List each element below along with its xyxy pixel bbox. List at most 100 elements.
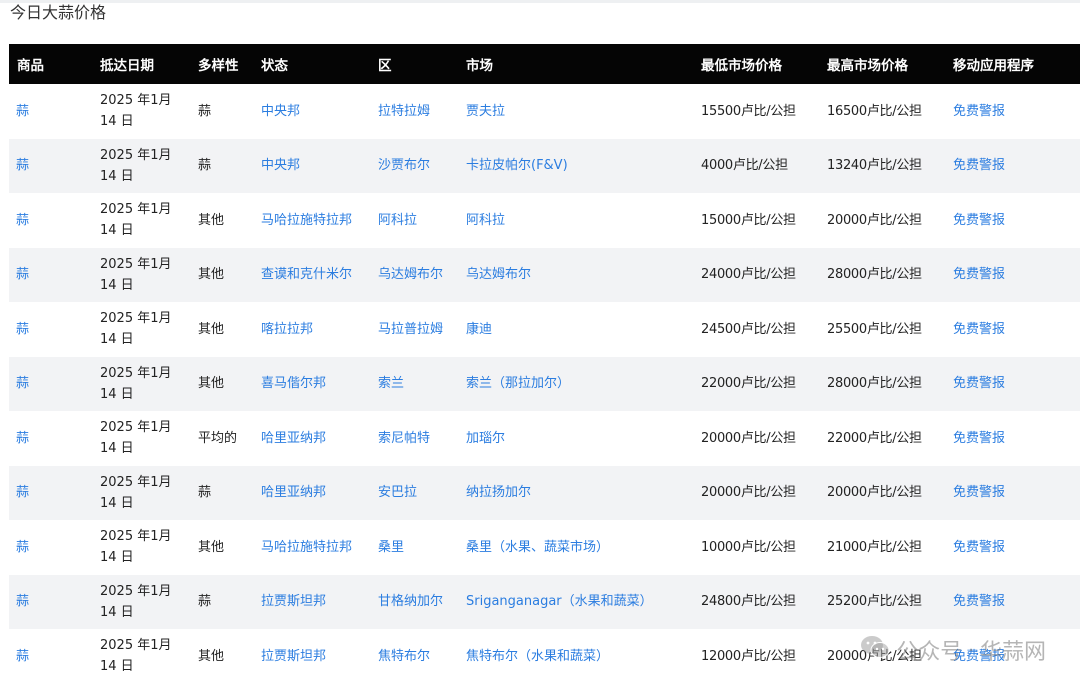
- arrival-date: 2025 年1月 14 日: [100, 420, 172, 457]
- market-link[interactable]: 贾夫拉: [466, 84, 701, 139]
- header-market: 市场: [466, 58, 493, 74]
- market-link[interactable]: 康迪: [466, 302, 701, 357]
- commodity-link[interactable]: 蒜: [9, 520, 100, 575]
- district-link[interactable]: 索兰: [378, 357, 466, 412]
- arrival-date: 2025 年1月 14 日: [100, 474, 172, 511]
- table-row: 蒜 2025 年1月 14 日其他 查谟和克什米尔 乌达姆布尔 乌达姆布尔 24000卢比…: [9, 247, 1080, 303]
- state-link[interactable]: 哈里亚纳邦: [261, 411, 378, 466]
- table-row: 蒜 2025 年1月 14 日其他 马哈拉施特拉邦 阿科拉 阿科拉 15000卢比/公担 2…: [9, 193, 1080, 248]
- free-alert-link[interactable]: 免费警报: [953, 248, 1080, 303]
- free-alert-link[interactable]: 免费警报: [953, 193, 1080, 248]
- district-link[interactable]: 安巴拉: [378, 466, 466, 521]
- commodity-link[interactable]: 蒜: [9, 139, 100, 194]
- free-alert-link[interactable]: 免费警报: [953, 302, 1080, 357]
- market-link[interactable]: 乌达姆布尔: [466, 248, 701, 303]
- market-link[interactable]: Sriganganagar（水果和蔬菜）: [466, 575, 701, 630]
- district-link[interactable]: 沙贾布尔: [378, 139, 466, 194]
- min-price: 15500卢比/公担: [701, 103, 796, 119]
- commodity-link[interactable]: 蒜: [9, 575, 100, 630]
- min-price: 24500卢比/公担: [701, 321, 796, 337]
- header-commodity: 商品: [17, 58, 44, 74]
- commodity-link[interactable]: 蒜: [9, 411, 100, 466]
- free-alert-link[interactable]: 免费警报: [953, 520, 1080, 575]
- table-row: 蒜 2025 年1月 14 日蒜中央邦 拉特拉姆 贾夫拉 15500卢比/公担 16500…: [9, 84, 1080, 139]
- commodity-link[interactable]: 蒜: [9, 302, 100, 357]
- commodity-link[interactable]: 蒜: [9, 84, 100, 139]
- district-link[interactable]: 桑里: [378, 520, 466, 575]
- table-row: 蒜 2025 年1月 14 日蒜拉贾斯坦邦 甘格纳加尔 Sriganganagar（水…: [9, 574, 1080, 630]
- variety: 其他: [198, 648, 225, 664]
- state-link[interactable]: 哈里亚纳邦: [261, 466, 378, 521]
- arrival-date: 2025 年1月 14 日: [100, 529, 172, 566]
- state-link[interactable]: 喜马偕尔邦: [261, 357, 378, 412]
- page-title: 今日大蒜价格: [10, 3, 107, 22]
- commodity-link[interactable]: 蒜: [9, 629, 100, 684]
- market-link[interactable]: 阿科拉: [466, 193, 701, 248]
- district-link[interactable]: 阿科拉: [378, 193, 466, 248]
- table-row: 蒜 2025 年1月 14 日蒜中央邦 沙贾布尔 卡拉皮帕尔(F&V) 4000卢比/公…: [9, 138, 1080, 194]
- district-link[interactable]: 索尼帕特: [378, 411, 466, 466]
- free-alert-link[interactable]: 免费警报: [953, 139, 1080, 194]
- market-link[interactable]: 加瑙尔: [466, 411, 701, 466]
- table-row: 蒜 2025 年1月 14 日 其他 喜马偕尔邦 索兰 索兰（那拉加尔） 22000卢比/公…: [9, 356, 1080, 412]
- state-link[interactable]: 中央邦: [261, 84, 378, 139]
- arrival-date: 2025 年1月 14 日: [100, 365, 172, 402]
- header-district: 区: [378, 58, 392, 74]
- market-link[interactable]: 索兰（那拉加尔）: [466, 357, 701, 412]
- variety: 其他: [198, 376, 225, 392]
- state-link[interactable]: 查谟和克什米尔: [261, 248, 378, 303]
- free-alert-link[interactable]: 免费警报: [953, 629, 1080, 684]
- table-row: 蒜 2025 年1月 14 日蒜哈里亚纳邦 安巴拉 纳拉扬加尔 20000卢比/公担 20…: [9, 465, 1080, 521]
- table-row: 蒜 2025 年1月 14 日 其他 马哈拉施特拉邦 桑里 桑里（水果、蔬菜市场） 1000…: [9, 520, 1080, 575]
- commodity-link[interactable]: 蒜: [9, 466, 100, 521]
- market-link[interactable]: 焦特布尔（水果和蔬菜）: [466, 629, 701, 684]
- arrival-date: 2025 年1月 14 日: [100, 256, 172, 293]
- max-price: 20000卢比/公担: [827, 485, 922, 501]
- max-price: 25500卢比/公担: [827, 321, 922, 337]
- max-price: 21000卢比/公担: [827, 539, 922, 555]
- header-arrival-date: 抵达日期: [100, 58, 154, 74]
- commodity-link[interactable]: 蒜: [9, 248, 100, 303]
- max-price: 20000卢比/公担: [827, 648, 922, 664]
- table-row: 蒜 2025 年1月 14 日 平均的 哈里亚纳邦 索尼帕特 加瑙尔 20000卢比/公担 2…: [9, 411, 1080, 466]
- table-row: 蒜 2025 年1月 14 日 其他 拉贾斯坦邦 焦特布尔 焦特布尔（水果和蔬菜） 1200…: [9, 629, 1080, 684]
- state-link[interactable]: 拉贾斯坦邦: [261, 629, 378, 684]
- district-link[interactable]: 焦特布尔: [378, 629, 466, 684]
- state-link[interactable]: 拉贾斯坦邦: [261, 575, 378, 630]
- arrival-date: 2025 年1月 14 日: [100, 638, 172, 675]
- max-price: 28000卢比/公担: [827, 267, 922, 283]
- commodity-link[interactable]: 蒜: [9, 357, 100, 412]
- variety: 其他: [198, 212, 225, 228]
- free-alert-link[interactable]: 免费警报: [953, 357, 1080, 412]
- state-link[interactable]: 喀拉拉邦: [261, 302, 378, 357]
- free-alert-link[interactable]: 免费警报: [953, 411, 1080, 466]
- variety: 其他: [198, 321, 225, 337]
- free-alert-link[interactable]: 免费警报: [953, 84, 1080, 139]
- header-variety: 多样性: [198, 58, 239, 74]
- market-link[interactable]: 桑里（水果、蔬菜市场）: [466, 520, 701, 575]
- district-link[interactable]: 马拉普拉姆: [378, 302, 466, 357]
- state-link[interactable]: 马哈拉施特拉邦: [261, 520, 378, 575]
- district-link[interactable]: 甘格纳加尔: [378, 575, 466, 630]
- header-mobile-app: 移动应用程序: [953, 58, 1034, 74]
- district-link[interactable]: 拉特拉姆: [378, 84, 466, 139]
- district-link[interactable]: 乌达姆布尔: [378, 248, 466, 303]
- variety: 其他: [198, 539, 225, 555]
- state-link[interactable]: 中央邦: [261, 139, 378, 194]
- min-price: 24000卢比/公担: [701, 267, 796, 283]
- max-price: 22000卢比/公担: [827, 430, 922, 446]
- commodity-link[interactable]: 蒜: [9, 193, 100, 248]
- market-link[interactable]: 卡拉皮帕尔(F&V): [466, 139, 701, 194]
- free-alert-link[interactable]: 免费警报: [953, 575, 1080, 630]
- min-price: 20000卢比/公担: [701, 430, 796, 446]
- variety: 平均的: [198, 430, 238, 446]
- market-link[interactable]: 纳拉扬加尔: [466, 466, 701, 521]
- state-link[interactable]: 马哈拉施特拉邦: [261, 193, 378, 248]
- variety: 蒜: [198, 103, 212, 119]
- table-row: 蒜 2025 年1月 14 日 其他 喀拉拉邦 马拉普拉姆 康迪 24500卢比/公担 255…: [9, 302, 1080, 357]
- variety: 其他: [198, 267, 225, 283]
- arrival-date: 2025 年1月 14 日: [100, 93, 172, 130]
- free-alert-link[interactable]: 免费警报: [953, 466, 1080, 521]
- header-max-price: 最高市场价格: [827, 58, 908, 74]
- variety: 蒜: [198, 485, 212, 501]
